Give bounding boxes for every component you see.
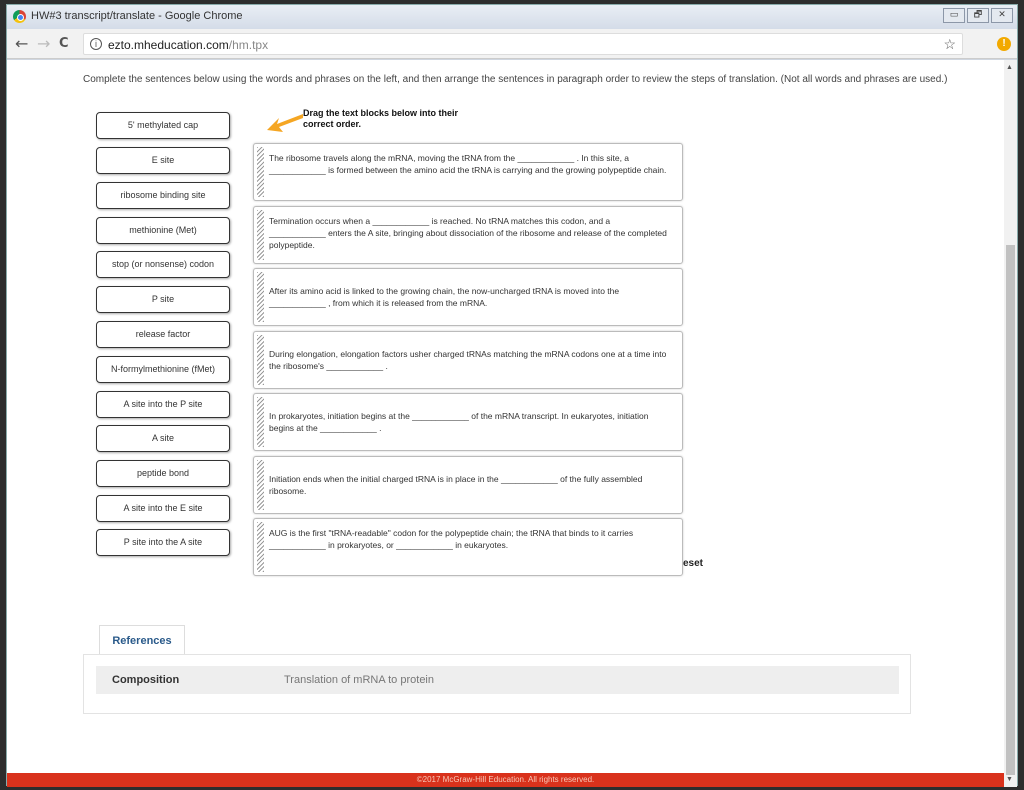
sentence-block[interactable]: Termination occurs when a ____________ i… (253, 206, 683, 264)
word-p-site[interactable]: P site (96, 286, 230, 313)
word-a-site-into-e-site[interactable]: A site into the E site (96, 495, 230, 522)
browser-window: HW#3 transcript/translate - Google Chrom… (6, 4, 1018, 787)
scroll-down-icon[interactable]: ▼ (1006, 776, 1013, 783)
tab-references[interactable]: References (99, 625, 185, 655)
page-content: Complete the sentences below using the w… (7, 60, 1004, 773)
sentence-block[interactable]: During elongation, elongation factors us… (253, 331, 683, 389)
reference-key: Composition (112, 674, 180, 686)
sentence-text: The ribosome travels along the mRNA, mov… (269, 153, 667, 175)
close-button[interactable]: ✕ (991, 8, 1013, 23)
drag-handle-icon[interactable] (257, 210, 264, 260)
title-bar: HW#3 transcript/translate - Google Chrom… (7, 5, 1017, 29)
sentence-text: Termination occurs when a ____________ i… (269, 216, 667, 250)
word-a-site[interactable]: A site (96, 425, 230, 452)
word-n-formylmethionine[interactable]: N-formylmethionine (fMet) (96, 356, 230, 383)
forward-icon[interactable]: → (37, 34, 50, 53)
drag-handle-icon[interactable] (257, 335, 264, 385)
browser-toolbar: ← → C i ezto.mheducation.com/hm.tpx ☆ ! (7, 29, 1017, 59)
reference-value: Translation of mRNA to protein (284, 674, 434, 686)
sentence-block[interactable]: The ribosome travels along the mRNA, mov… (253, 143, 683, 201)
info-icon[interactable]: i (90, 38, 102, 50)
instructions-text: Complete the sentences below using the w… (83, 74, 948, 85)
scrollbar-thumb[interactable] (1006, 245, 1015, 775)
word-methionine[interactable]: methionine (Met) (96, 217, 230, 244)
sentence-text: After its amino acid is linked to the gr… (269, 286, 620, 308)
vertical-scrollbar[interactable]: ▲ ▼ (1004, 60, 1017, 787)
sentence-text: AUG is the first "tRNA-readable" codon f… (269, 528, 634, 550)
word-ribosome-binding-site[interactable]: ribosome binding site (96, 182, 230, 209)
drag-handle-icon[interactable] (257, 460, 264, 510)
references-panel: Composition Translation of mRNA to prote… (83, 654, 911, 714)
sentence-text: In prokaryotes, initiation begins at the… (269, 411, 649, 433)
back-icon[interactable]: ← (15, 34, 28, 53)
drag-handle-icon[interactable] (257, 147, 264, 197)
minimize-button[interactable]: ▭ (943, 8, 965, 23)
drag-handle-icon[interactable] (257, 397, 264, 447)
sentence-text: Initiation ends when the initial charged… (269, 474, 643, 496)
reset-button[interactable]: eset (683, 558, 703, 569)
drag-handle-icon[interactable] (257, 522, 264, 572)
drag-handle-icon[interactable] (257, 272, 264, 322)
sentence-block[interactable]: Initiation ends when the initial charged… (253, 456, 683, 514)
sentence-block[interactable]: After its amino acid is linked to the gr… (253, 268, 683, 326)
address-bar[interactable]: i ezto.mheducation.com/hm.tpx ☆ (83, 33, 963, 55)
window-controls: ▭ 🗗 ✕ (943, 8, 1013, 23)
chrome-logo-icon (13, 10, 26, 23)
window-title: HW#3 transcript/translate - Google Chrom… (31, 10, 243, 22)
extension-alert-icon[interactable]: ! (997, 37, 1011, 51)
arrow-icon (267, 114, 303, 132)
copyright-footer: ©2017 McGraw-Hill Education. All rights … (7, 773, 1004, 787)
drag-hint: Drag the text blocks below into their co… (303, 108, 483, 130)
url-text[interactable]: ezto.mheducation.com/hm.tpx (108, 38, 268, 52)
word-release-factor[interactable]: release factor (96, 321, 230, 348)
bookmark-star-icon[interactable]: ☆ (943, 36, 956, 53)
word-p-site-into-a-site[interactable]: P site into the A site (96, 529, 230, 556)
drag-hint-line2: correct order. (303, 119, 362, 129)
sentence-block[interactable]: In prokaryotes, initiation begins at the… (253, 393, 683, 451)
word-peptide-bond[interactable]: peptide bond (96, 460, 230, 487)
word-a-site-into-p-site[interactable]: A site into the P site (96, 391, 230, 418)
reload-icon[interactable]: C (59, 36, 69, 51)
word-e-site[interactable]: E site (96, 147, 230, 174)
sentence-text: During elongation, elongation factors us… (269, 349, 667, 371)
restore-button[interactable]: 🗗 (967, 8, 989, 23)
word-5-methylated-cap[interactable]: 5' methylated cap (96, 112, 230, 139)
sentence-block[interactable]: AUG is the first "tRNA-readable" codon f… (253, 518, 683, 576)
reference-row: Composition Translation of mRNA to prote… (96, 666, 899, 694)
word-stop-codon[interactable]: stop (or nonsense) codon (96, 251, 230, 278)
url-host: ezto.mheducation.com (108, 38, 229, 52)
url-path: /hm.tpx (228, 38, 269, 52)
drag-hint-line1: Drag the text blocks below into their (303, 108, 459, 118)
scroll-up-icon[interactable]: ▲ (1006, 64, 1013, 71)
